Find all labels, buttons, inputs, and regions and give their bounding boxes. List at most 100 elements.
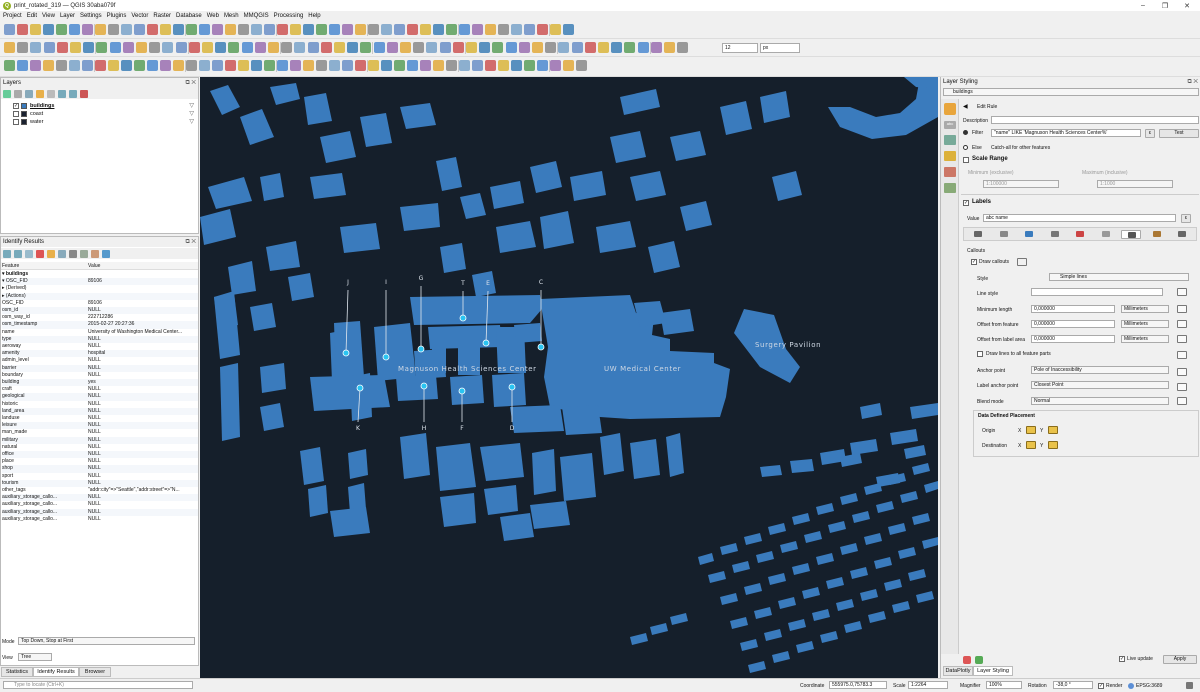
- toolbar-tool-icon[interactable]: [162, 42, 174, 53]
- menu-mesh[interactable]: Mesh: [224, 13, 239, 19]
- filter-radio[interactable]: [963, 130, 968, 135]
- identify-row[interactable]: craft NULL: [2, 386, 198, 393]
- toolbar-tool-icon[interactable]: [518, 42, 530, 53]
- toolbar-tool-icon[interactable]: [381, 24, 392, 35]
- toolbar-tool-icon[interactable]: [69, 24, 80, 35]
- coordinate-input[interactable]: 555975.0,75783.3: [829, 681, 887, 689]
- crs-label[interactable]: EPSG:3689: [1136, 683, 1162, 689]
- scale-select[interactable]: 1:2264: [908, 681, 948, 689]
- label-settings-tab[interactable]: [1172, 230, 1192, 239]
- data-defined-override-icon[interactable]: [1177, 383, 1187, 391]
- data-defined-override-icon[interactable]: [1177, 320, 1187, 328]
- menu-view[interactable]: View: [42, 13, 55, 19]
- toolbar-tool-icon[interactable]: [17, 24, 28, 35]
- toolbar-tool-icon[interactable]: [420, 60, 431, 71]
- label-settings-tab[interactable]: [1147, 230, 1167, 239]
- toolbar-tool-icon[interactable]: [30, 42, 42, 53]
- toolbar-tool-icon[interactable]: [43, 42, 55, 53]
- toolbar-tool-icon[interactable]: [281, 42, 293, 53]
- toolbar-tool-icon[interactable]: [347, 42, 359, 53]
- tab-statistics[interactable]: Statistics: [1, 667, 33, 677]
- offset-label-area-input[interactable]: 0,000000: [1031, 335, 1115, 343]
- toolbar-tool-icon[interactable]: [677, 42, 689, 53]
- identify-row[interactable]: leisure NULL: [2, 422, 198, 430]
- anchor-point-select[interactable]: Pole of Inaccessibility: [1031, 366, 1169, 374]
- description-input[interactable]: [991, 116, 1199, 124]
- mode-select[interactable]: Top Down, Stop at First: [18, 637, 195, 645]
- toolbar-tool-icon[interactable]: [160, 24, 171, 35]
- toolbar-tool-icon[interactable]: [290, 24, 301, 35]
- toolbar-tool-icon[interactable]: [136, 42, 147, 53]
- else-radio[interactable]: [963, 145, 968, 150]
- back-arrow-icon[interactable]: ◀: [963, 103, 968, 110]
- layer-item-coast[interactable]: coast: [13, 110, 43, 118]
- toolbar-tool-icon[interactable]: [498, 60, 509, 71]
- toolbar-tool-icon[interactable]: [108, 60, 119, 71]
- toolbar-tool-icon[interactable]: [452, 42, 464, 53]
- data-defined-override-icon[interactable]: [1177, 397, 1187, 405]
- toolbar-tool-icon[interactable]: [532, 42, 543, 53]
- layer-visibility-checkbox[interactable]: [13, 119, 19, 125]
- toolbar-tool-icon[interactable]: [368, 60, 379, 71]
- toolbar-tool-icon[interactable]: [149, 42, 161, 53]
- toolbar-tool-icon[interactable]: [511, 24, 522, 35]
- apply-button[interactable]: Apply: [1163, 655, 1197, 664]
- toolbar-tool-icon[interactable]: [160, 60, 171, 71]
- destination-y-override-icon[interactable]: [1048, 441, 1058, 449]
- labels-tab-icon[interactable]: abc: [944, 121, 956, 129]
- toolbar-tool-icon[interactable]: [199, 24, 210, 35]
- toolbar-tool-icon[interactable]: [329, 24, 340, 35]
- toolbar-tool-icon[interactable]: [550, 60, 561, 71]
- masks-tab-icon[interactable]: [944, 135, 956, 145]
- toolbar-tool-icon[interactable]: [228, 42, 240, 53]
- select-feature-icon[interactable]: [91, 249, 99, 258]
- identify-row[interactable]: other_tags "addr:city"=>"Seattle","addr:s…: [2, 487, 198, 494]
- toolbar-tool-icon[interactable]: [611, 42, 623, 53]
- font-unit-select[interactable]: px: [760, 43, 800, 53]
- data-defined-override-icon[interactable]: [1177, 288, 1187, 296]
- toolbar-tool-icon[interactable]: [277, 60, 288, 71]
- toolbar-tool-icon[interactable]: [188, 42, 200, 53]
- toolbar-tool-icon[interactable]: [134, 60, 145, 71]
- toolbar-tool-icon[interactable]: [96, 42, 108, 53]
- toolbar-tool-icon[interactable]: [637, 42, 649, 53]
- toolbar-tool-icon[interactable]: [420, 24, 431, 35]
- messages-icon[interactable]: [1186, 682, 1193, 689]
- layer-item-water[interactable]: water: [13, 118, 43, 126]
- toolbar-tool-icon[interactable]: [576, 60, 587, 71]
- expand-all-icon[interactable]: [58, 89, 66, 98]
- toolbar-tool-icon[interactable]: [109, 42, 121, 53]
- menu-settings[interactable]: Settings: [80, 13, 102, 19]
- toolbar-tool-icon[interactable]: [407, 60, 418, 71]
- toolbar-tool-icon[interactable]: [254, 42, 266, 53]
- redo-icon[interactable]: [975, 656, 983, 664]
- toolbar-tool-icon[interactable]: [386, 42, 398, 53]
- toolbar-tool-icon[interactable]: [175, 42, 187, 53]
- label-settings-tab[interactable]: [1096, 230, 1116, 239]
- toolbar-tool-icon[interactable]: [433, 60, 444, 71]
- history-tab-icon[interactable]: [944, 183, 956, 193]
- toolbar-tool-icon[interactable]: [17, 60, 28, 71]
- identify-row[interactable]: name University of Washington Medical Cen…: [2, 329, 198, 336]
- render-checkbox[interactable]: ✓: [1098, 683, 1104, 689]
- identify-row[interactable]: land_area NULL: [2, 407, 198, 415]
- tab-dataplotly[interactable]: DataPlotly: [943, 666, 973, 676]
- expression-builder-button[interactable]: ε: [1145, 129, 1155, 138]
- label-settings-tab[interactable]: [1019, 230, 1039, 239]
- origin-y-override-icon[interactable]: [1048, 426, 1058, 434]
- layer-visibility-checkbox[interactable]: [13, 111, 19, 117]
- toolbar-tool-icon[interactable]: [550, 24, 561, 35]
- toolbar-tool-icon[interactable]: [316, 24, 327, 35]
- rotation-input[interactable]: -38,0 °: [1053, 681, 1093, 689]
- toolbar-tool-icon[interactable]: [303, 60, 314, 71]
- label-anchor-select[interactable]: Closest Point: [1031, 381, 1169, 389]
- data-defined-override-icon[interactable]: [1177, 368, 1187, 376]
- maximize-button[interactable]: ❐: [1154, 0, 1176, 11]
- label-settings-tab[interactable]: [994, 230, 1014, 239]
- toolbar-tool-icon[interactable]: [95, 60, 106, 71]
- toolbar-tool-icon[interactable]: [394, 24, 405, 35]
- toolbar-tool-icon[interactable]: [524, 24, 535, 35]
- menu-layer[interactable]: Layer: [60, 13, 75, 19]
- scale-range-checkbox[interactable]: [963, 157, 969, 163]
- identify-row[interactable]: boundary NULL: [2, 372, 198, 379]
